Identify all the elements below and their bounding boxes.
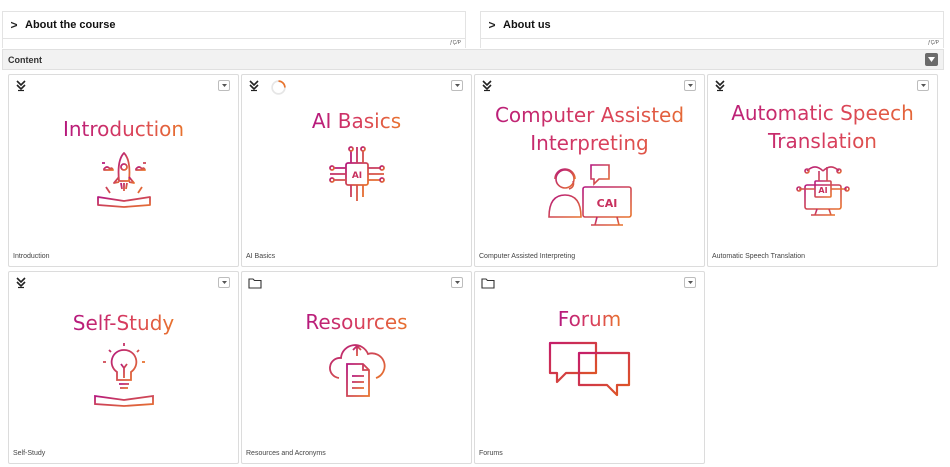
card-heading: Automatic Speech Translation xyxy=(708,99,937,155)
chevron-right-icon: > xyxy=(488,18,496,32)
svg-text:CAI: CAI xyxy=(596,197,617,210)
card-heading: Self-Study xyxy=(72,311,175,335)
card-menu-button[interactable] xyxy=(451,80,463,91)
card-heading: Introduction xyxy=(62,117,185,141)
caret-down-icon xyxy=(687,84,693,87)
card-menu-button[interactable] xyxy=(218,80,230,91)
collapse-chevrons-icon[interactable] xyxy=(481,80,493,92)
card-heading: Forum xyxy=(557,307,622,331)
card-menu-button[interactable] xyxy=(684,277,696,288)
card-caption: Automatic Speech Translation xyxy=(712,253,805,260)
caret-down-icon xyxy=(454,281,460,284)
collapse-chevrons-icon[interactable] xyxy=(714,80,726,92)
card-menu-button[interactable] xyxy=(684,80,696,91)
section-title: About us xyxy=(503,19,551,31)
card-caption: Forums xyxy=(479,450,503,457)
collapse-button[interactable] xyxy=(925,53,938,66)
skip-link[interactable]: ƒÇ/P xyxy=(480,39,944,48)
interpreter-monitor-icon: CAI xyxy=(547,164,632,226)
caret-down-icon xyxy=(920,84,926,87)
caret-down-icon xyxy=(221,281,227,284)
content-title: Content xyxy=(8,54,42,65)
card-menu-button[interactable] xyxy=(218,277,230,288)
card-menu-button[interactable] xyxy=(917,80,929,91)
collapse-chevrons-icon[interactable] xyxy=(15,277,27,289)
course-card[interactable]: Self-Study Self-Study xyxy=(8,271,239,464)
course-card[interactable]: Introduction Introduction xyxy=(8,74,239,267)
course-card[interactable]: Computer Assisted Interpreting CAI Compu… xyxy=(474,74,705,267)
skip-link[interactable]: ƒÇ/P xyxy=(2,39,466,48)
section-title: About the course xyxy=(25,19,116,31)
card-caption: Computer Assisted Interpreting xyxy=(479,253,576,260)
svg-text:AI: AI xyxy=(351,171,361,181)
ai-monitor-icon: AI xyxy=(795,166,850,216)
cloud-document-icon xyxy=(328,344,385,397)
card-caption: AI Basics xyxy=(246,253,276,260)
course-card[interactable]: AI Basics AI AI Basics xyxy=(241,74,472,267)
card-heading: AI Basics xyxy=(311,109,402,133)
course-card[interactable]: Forum Forums xyxy=(474,271,705,464)
caret-down-icon xyxy=(221,84,227,87)
folder-icon[interactable] xyxy=(481,277,495,289)
card-caption: Self-Study xyxy=(13,450,46,457)
content-section-header[interactable]: Content xyxy=(2,49,944,70)
card-heading: Computer Assisted Interpreting xyxy=(475,101,704,157)
course-card[interactable]: Automatic Speech Translation AI Automati… xyxy=(707,74,938,267)
ai-chip-icon: AI xyxy=(328,146,385,201)
lightbulb-book-icon xyxy=(93,343,154,407)
caret-down-icon xyxy=(928,57,935,62)
section-about-course[interactable]: > About the course xyxy=(2,11,466,39)
course-card[interactable]: Resources Resources and Acronyms xyxy=(241,271,472,464)
collapse-chevrons-icon[interactable] xyxy=(248,80,260,92)
card-heading: Resources xyxy=(305,310,408,334)
caret-down-icon xyxy=(454,84,460,87)
svg-text:AI: AI xyxy=(818,186,827,195)
card-menu-button[interactable] xyxy=(451,277,463,288)
chat-bubbles-icon xyxy=(548,341,630,397)
collapse-chevrons-icon[interactable] xyxy=(15,80,27,92)
section-about-us[interactable]: > About us xyxy=(480,11,944,39)
card-caption: Resources and Acronyms xyxy=(246,450,326,457)
caret-down-icon xyxy=(687,281,693,284)
folder-icon[interactable] xyxy=(248,277,262,289)
loading-spinner-icon xyxy=(271,80,286,95)
chevron-right-icon: > xyxy=(10,18,18,32)
card-caption: Introduction xyxy=(13,253,50,260)
rocket-book-icon xyxy=(96,152,151,208)
